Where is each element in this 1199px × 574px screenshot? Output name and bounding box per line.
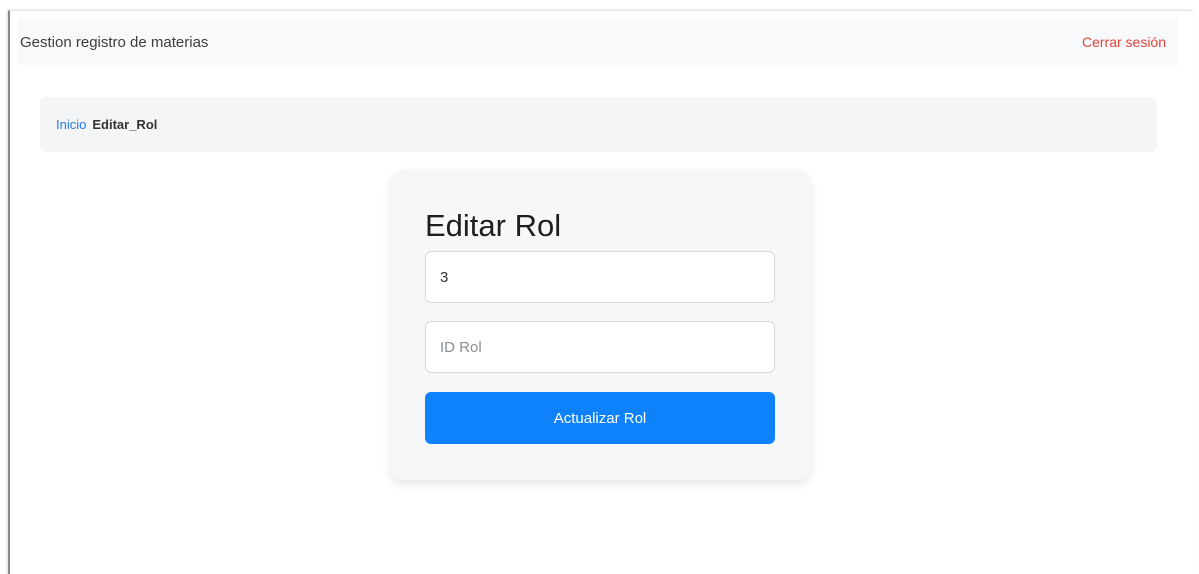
top-navbar: Gestion registro de materias Cerrar sesi… (18, 19, 1178, 65)
edit-role-card: Editar Rol Actualizar Rol (391, 170, 810, 480)
navbar-brand[interactable]: Gestion registro de materias (20, 34, 208, 51)
breadcrumb-home-link[interactable]: Inicio (56, 117, 86, 132)
role-name-input[interactable] (425, 251, 775, 303)
page-title: Editar Rol (425, 208, 562, 243)
role-id-input[interactable] (425, 321, 775, 373)
update-role-button[interactable]: Actualizar Rol (425, 392, 775, 444)
breadcrumb-current: Editar_Rol (92, 117, 158, 132)
logout-link[interactable]: Cerrar sesión (1082, 34, 1166, 50)
breadcrumb: Inicio Editar_Rol (40, 97, 1157, 152)
